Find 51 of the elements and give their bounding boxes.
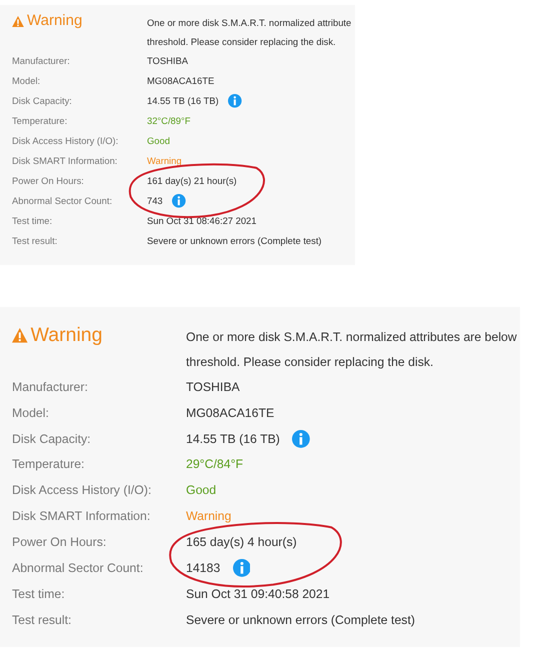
field-label: Abnormal Sector Count: [12,560,144,577]
field-label: Test result: [12,612,72,629]
field-value: 165 day(s) 4 hour(s) [186,534,297,552]
field-value: 14183 [186,560,220,577]
field-value: Severe or unknown errors (Complete test) [186,612,415,629]
field-label: Disk SMART Information: [12,154,118,168]
field-label: Abnormal Sector Count: [12,194,114,208]
warning-icon [12,328,28,344]
field-label: Test time: [12,214,54,228]
warning-icon [12,16,24,27]
field-value: TOSHIBA [147,54,188,68]
field-value: Warning [147,154,182,168]
field-value: Good [186,482,216,500]
field-label: Disk Capacity: [12,430,92,448]
field-label: Test time: [12,586,66,603]
field-value: TOSHIBA [186,378,240,396]
field-value: Severe or unknown errors (Complete test) [147,234,322,248]
field-value: 29°C/84°F [186,456,243,474]
field-value: Warning [186,508,232,526]
field-value: 32°C/89°F [147,114,190,128]
field-value: MG08ACA16TE [186,404,274,422]
field-label: Temperature: [12,114,68,128]
warning-title: Warning [30,325,102,346]
info-icon[interactable] [232,559,250,578]
field-value: 161 day(s) 21 hour(s) [147,174,237,188]
description-text: threshold. Please consider replacing the disk. [147,35,337,49]
info-icon[interactable] [228,94,242,108]
warning-title: Warning [27,13,82,30]
field-value: Good [147,134,170,148]
field-label: Model: [12,404,50,422]
field-label: Temperature: [12,456,86,474]
field-label: Manufacturer: [12,54,71,68]
field-label: Power On Hours: [12,534,108,552]
field-value: 14.55 TB (16 TB) [147,94,219,108]
field-value: 743 [147,194,163,208]
field-value: 14.55 TB (16 TB) [186,430,280,448]
description-text: One or more disk S.M.A.R.T. normalized attribute [147,16,352,30]
field-label: Test result: [12,234,58,248]
info-icon[interactable] [292,430,310,448]
field-value: MG08ACA16TE [147,74,214,88]
info-icon[interactable] [172,194,186,208]
field-label: Disk Access History (I/O): [12,134,120,148]
field-label: Manufacturer: [12,378,89,396]
field-value: Sun Oct 31 09:40:58 2021 [186,586,330,603]
description-text: One or more disk S.M.A.R.T. normalized attributes are below [186,329,517,346]
field-label: Disk Access History (I/O): [12,482,152,500]
description-text: threshold. Please consider replacing the disk. [186,354,434,370]
field-label: Disk Capacity: [12,94,73,108]
field-label: Model: [12,74,42,88]
field-label: Disk SMART Information: [12,508,152,526]
field-label: Power On Hours: [12,174,85,188]
